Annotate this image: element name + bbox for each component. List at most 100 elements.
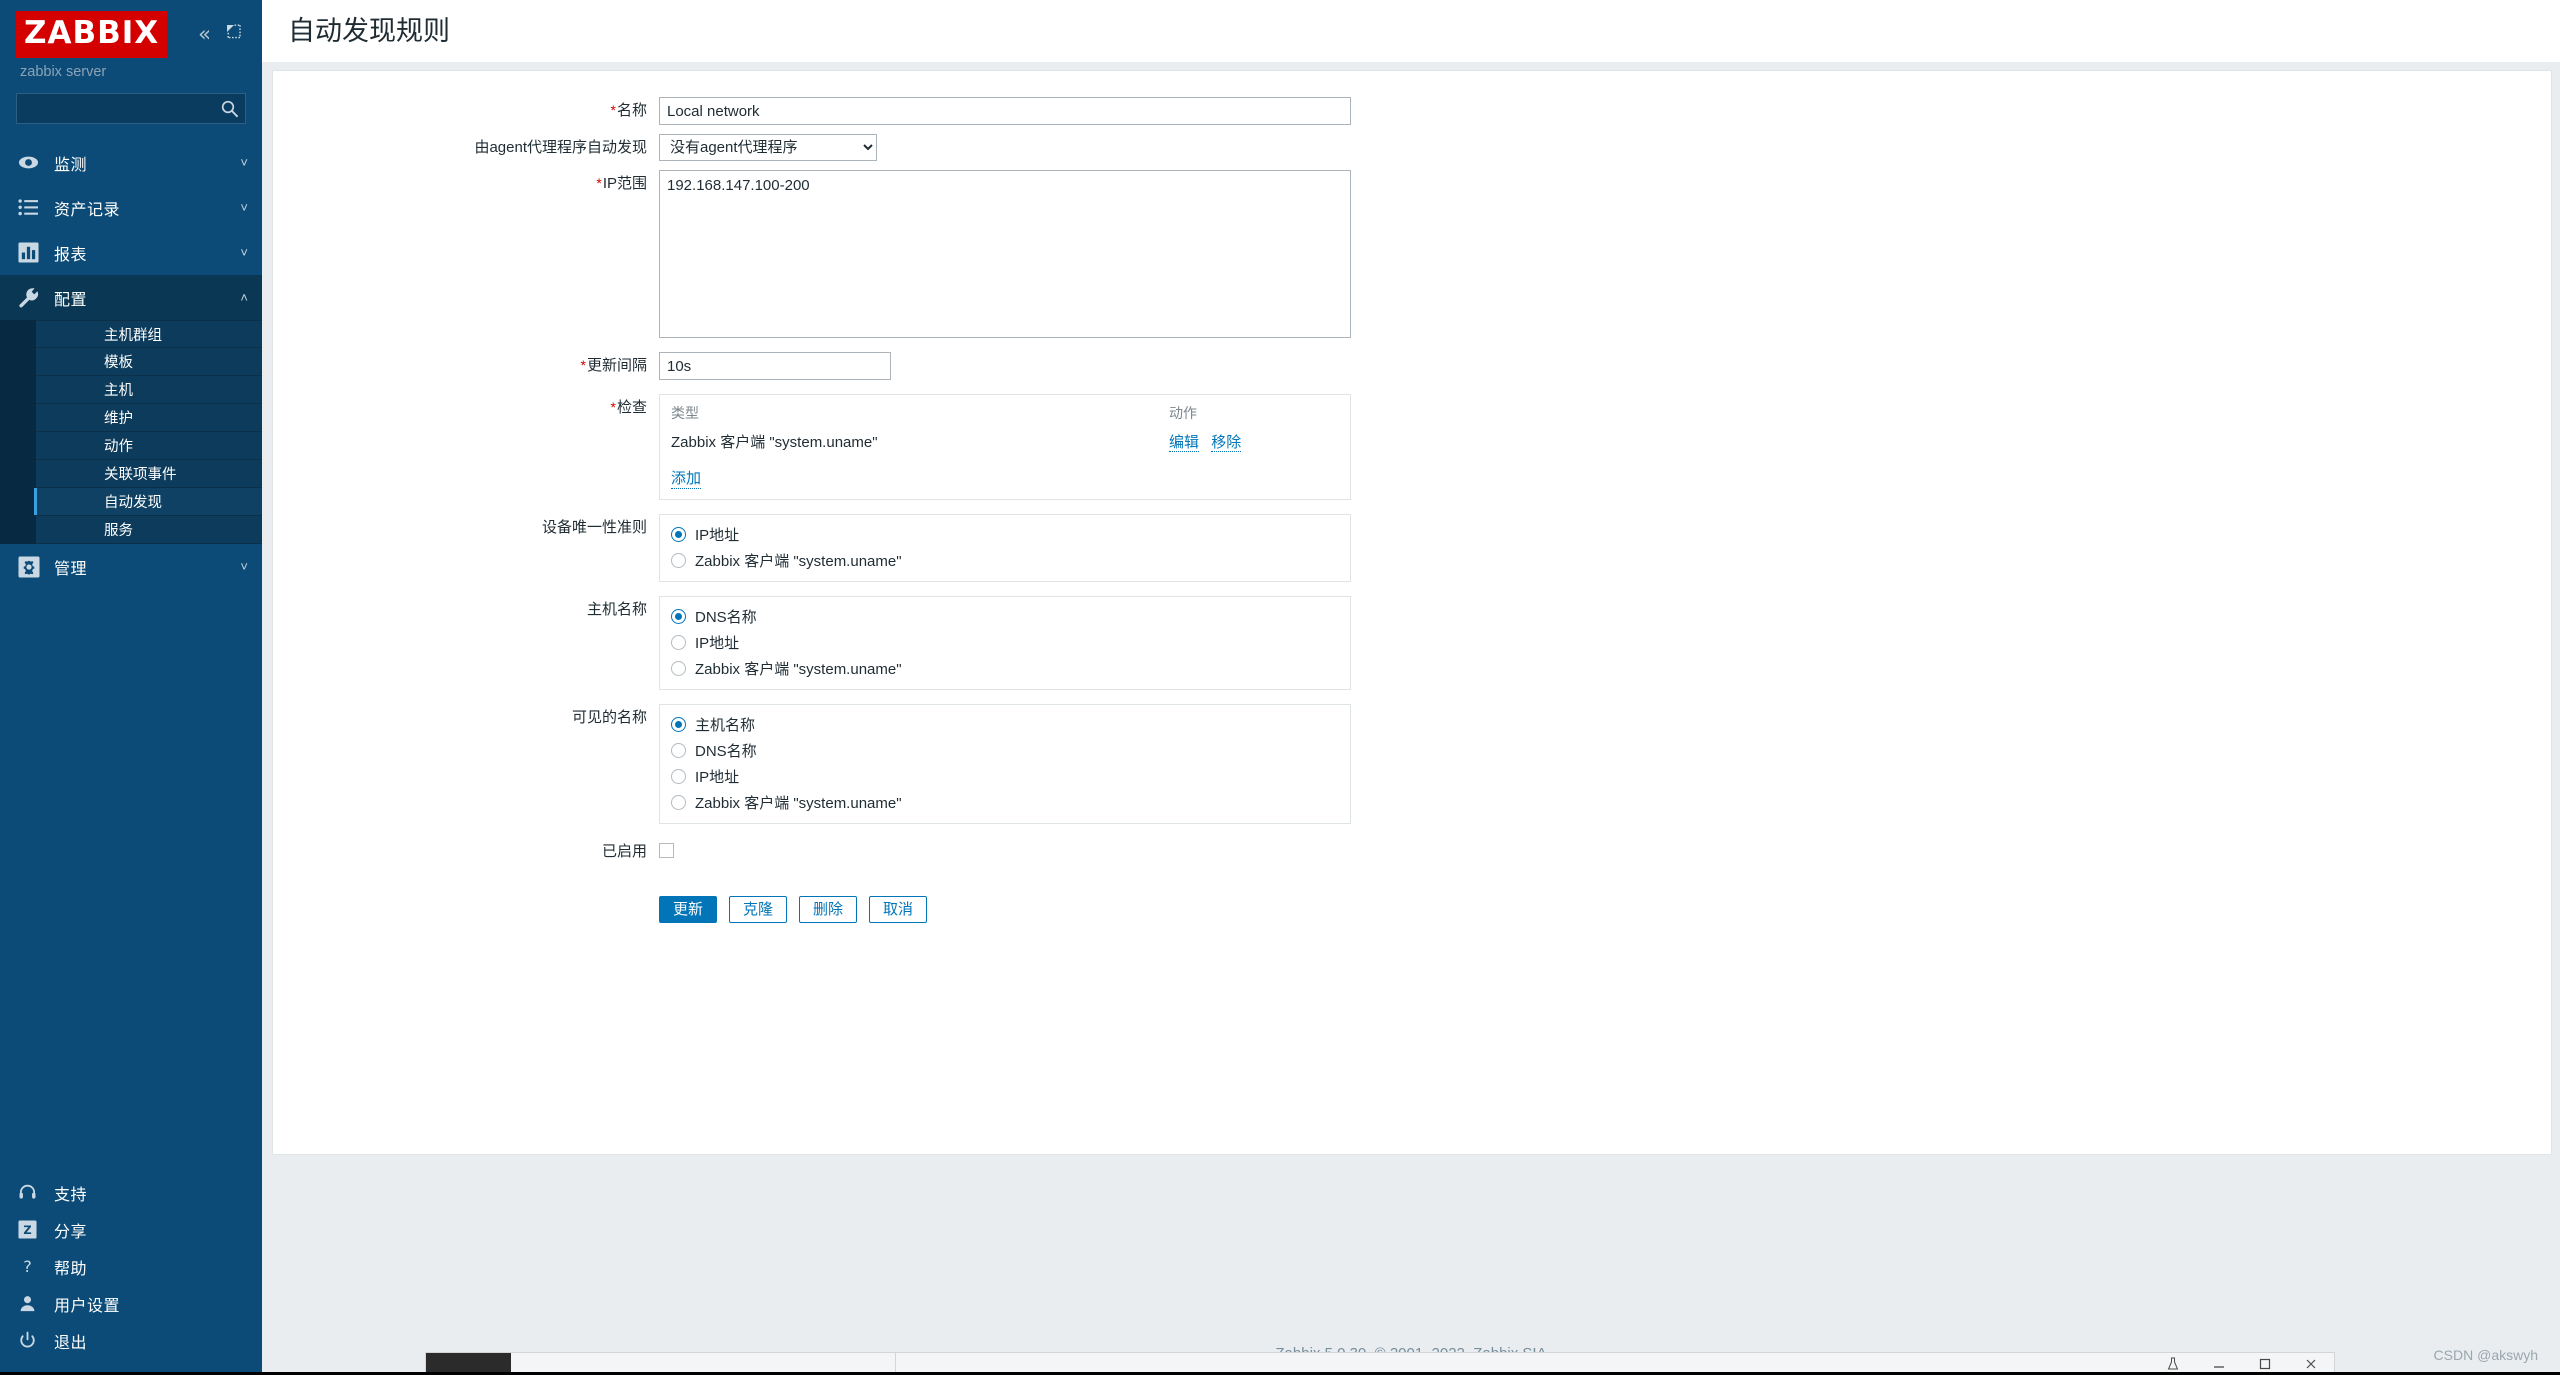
radio-button-icon[interactable] (671, 608, 686, 624)
radio-label: Zabbix 客户端 "system.uname" (695, 552, 902, 570)
enabled-checkbox[interactable] (659, 843, 674, 858)
control-actions: 更新 克隆 删除 取消 (659, 874, 2551, 923)
edit-check-link[interactable]: 编辑 (1169, 434, 1200, 452)
delete-button[interactable]: 删除 (799, 896, 858, 923)
sidebar-bottom-nav: 支持 Z 分享 ? 帮助 用户设置 退出 (0, 1174, 262, 1375)
gear-icon (18, 556, 46, 578)
interval-input[interactable] (659, 352, 891, 380)
radio-visible-name-host[interactable]: 主机名称 (671, 713, 1339, 735)
label-interval: *更新间隔 (273, 352, 659, 379)
radio-button-icon[interactable] (671, 552, 686, 568)
radio-label: IP地址 (695, 768, 740, 786)
svg-text:Z: Z (23, 1223, 31, 1237)
kiosk-mode-icon[interactable] (225, 23, 242, 45)
sidebar-item-label: 退出 (54, 1334, 88, 1352)
radio-visible-name-dns[interactable]: DNS名称 (671, 739, 1339, 761)
radio-host-name-ip[interactable]: IP地址 (671, 631, 1339, 653)
svg-text:?: ? (23, 1257, 32, 1276)
close-icon[interactable] (2288, 1358, 2334, 1370)
submenu-list: 主机群组 模板 主机 维护 动作 关联项事件 自动发现 服务 (0, 320, 262, 545)
sidebar-subitem-host-groups[interactable]: 主机群组 (36, 320, 262, 349)
clone-button[interactable]: 克隆 (729, 896, 788, 923)
field-row-checks: *检查 类型 动作 Zabbix 客户端 "system.uname" 编辑 移… (273, 394, 2551, 500)
user-icon (18, 1294, 46, 1313)
radio-button-icon[interactable] (671, 716, 686, 732)
chevron-down-icon: ˅ (240, 155, 248, 171)
search-input[interactable] (17, 94, 245, 124)
control-host-name: DNS名称 IP地址 Zabbix 客户端 "system.uname" (659, 596, 2551, 690)
radio-visible-name-ip[interactable]: IP地址 (671, 765, 1339, 787)
radio-device-uniqueness-agent[interactable]: Zabbix 客户端 "system.uname" (671, 549, 1339, 571)
name-input[interactable] (659, 97, 1351, 125)
sidebar-item-monitoring[interactable]: 监测 ˅ (0, 140, 262, 185)
label-text: 由agent代理程序自动发现 (474, 139, 647, 156)
radio-host-name-dns[interactable]: DNS名称 (671, 605, 1339, 627)
sidebar-item-share[interactable]: Z 分享 (0, 1211, 262, 1248)
sidebar-item-help[interactable]: ? 帮助 (0, 1248, 262, 1285)
sidebar-subitem-event-correlation[interactable]: 关联项事件 (36, 460, 262, 489)
radio-button-icon[interactable] (671, 634, 686, 650)
sidebar-subitem-templates[interactable]: 模板 (36, 348, 262, 377)
sidebar-item-configuration[interactable]: 配置 ˄ (0, 275, 262, 321)
radio-device-uniqueness-ip[interactable]: IP地址 (671, 523, 1339, 545)
control-checks: 类型 动作 Zabbix 客户端 "system.uname" 编辑 移除 添加 (659, 394, 2551, 500)
bar-chart-icon (18, 242, 46, 263)
sidebar-item-reports[interactable]: 报表 ˅ (0, 230, 262, 275)
question-mark-icon: ? (18, 1257, 46, 1276)
search-box[interactable] (16, 93, 246, 125)
sidebar-item-administration[interactable]: 管理 ˅ (0, 544, 262, 589)
sidebar-item-inventory[interactable]: 资产记录 ˅ (0, 185, 262, 230)
radio-button-icon[interactable] (671, 660, 686, 676)
sidebar-item-user-settings[interactable]: 用户设置 (0, 1285, 262, 1322)
page-header: 自动发现规则 (262, 0, 2560, 62)
proxy-select[interactable]: 没有agent代理程序 (659, 134, 877, 161)
sidebar-item-support[interactable]: 支持 (0, 1174, 262, 1211)
sidebar-item-signout[interactable]: 退出 (0, 1322, 262, 1359)
sidebar-item-label: 资产记录 (54, 201, 121, 219)
subitem-label: 自动发现 (104, 495, 162, 512)
radio-label: IP地址 (695, 634, 740, 652)
label-text: 可见的名称 (571, 709, 647, 726)
update-button[interactable]: 更新 (659, 896, 718, 923)
radio-label: IP地址 (695, 526, 740, 544)
sidebar-item-label: 管理 (54, 560, 88, 578)
radio-button-icon[interactable] (671, 526, 686, 542)
radio-host-name-agent[interactable]: Zabbix 客户端 "system.uname" (671, 657, 1339, 679)
sidebar-subitem-hosts[interactable]: 主机 (36, 376, 262, 405)
control-interval (659, 352, 2551, 380)
radio-label: DNS名称 (695, 742, 757, 760)
minimize-icon[interactable] (2196, 1358, 2242, 1370)
checks-header-row: 类型 动作 (671, 401, 1339, 431)
sidebar-submenu-configuration: 主机群组 模板 主机 维护 动作 关联项事件 自动发现 服务 (0, 320, 262, 545)
add-check-link[interactable]: 添加 (671, 467, 702, 489)
ip-range-textarea[interactable]: 192.168.147.100-200 (659, 170, 1351, 338)
sidebar-subitem-actions[interactable]: 动作 (36, 432, 262, 461)
form-button-row: 更新 克隆 删除 取消 (659, 896, 2551, 923)
content-area: *名称 由agent代理程序自动发现 没有agent代理程序 (262, 62, 2560, 1335)
sidebar-subitem-discovery[interactable]: 自动发现 (34, 488, 262, 517)
remove-check-link[interactable]: 移除 (1211, 434, 1242, 452)
subitem-label: 主机 (104, 383, 133, 400)
chevron-double-left-icon[interactable]: « (198, 23, 211, 45)
list-icon (18, 198, 46, 217)
zabbix-logo[interactable]: ZABBIX (16, 10, 168, 58)
checks-table-head: 类型 动作 (671, 401, 1339, 431)
chevron-down-icon: ˅ (240, 559, 248, 575)
field-row-visible-name: 可见的名称 主机名称 DNS名称 IP地址 Zabbix 客户端 "system… (273, 704, 2551, 824)
chevron-up-icon: ˄ (240, 290, 248, 306)
radio-button-icon[interactable] (671, 742, 686, 758)
sidebar-item-label: 支持 (54, 1186, 88, 1204)
field-row-interval: *更新间隔 (273, 352, 2551, 380)
subitem-label: 关联项事件 (104, 467, 177, 484)
radio-button-icon[interactable] (671, 794, 686, 810)
field-row-device-uniqueness: 设备唯一性准则 IP地址 Zabbix 客户端 "system.uname" (273, 514, 2551, 582)
server-name-label: zabbix server (20, 64, 107, 80)
radio-visible-name-agent[interactable]: Zabbix 客户端 "system.uname" (671, 791, 1339, 813)
flask-icon[interactable] (2150, 1357, 2196, 1371)
radio-button-icon[interactable] (671, 768, 686, 784)
cancel-button[interactable]: 取消 (869, 896, 928, 923)
main-content: 自动发现规则 *名称 由agent代理程序自动发现 没有agent代理程序 (262, 0, 2560, 1375)
maximize-icon[interactable] (2242, 1358, 2288, 1370)
sidebar-subitem-services[interactable]: 服务 (36, 516, 262, 545)
sidebar-subitem-maintenance[interactable]: 维护 (36, 404, 262, 433)
